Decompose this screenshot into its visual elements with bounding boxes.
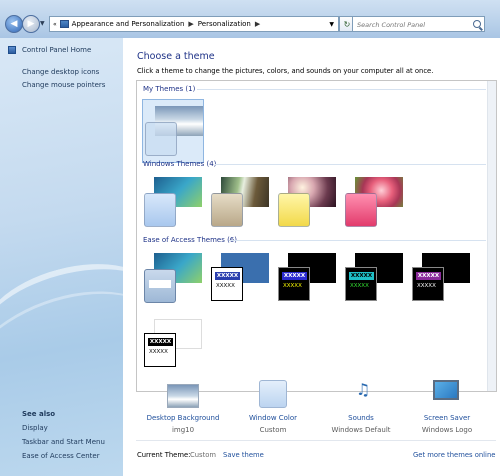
breadcrumb-personalization[interactable]: Personalization (198, 20, 251, 28)
forward-button[interactable]: ▶ (22, 15, 40, 33)
control-panel-home-link[interactable]: Control Panel Home (22, 46, 91, 54)
breadcrumb-appearance[interactable]: Appearance and Personalization (72, 20, 185, 28)
window-color-preview (345, 193, 377, 227)
contrast-preview: XXXXX XXXXX (345, 267, 377, 301)
screen-saver-value: Windows Logo (421, 426, 473, 434)
page-description: Click a theme to change the pictures, co… (137, 67, 434, 75)
contrast-title: XXXXX (215, 272, 240, 280)
contrast-text: XXXXX (350, 283, 369, 289)
change-desktop-icons-link[interactable]: Change desktop icons (22, 68, 99, 76)
screen-saver-label[interactable]: Screen Saver (407, 414, 487, 422)
theme-high-contrast-black[interactable]: XXXXX XXXXX (343, 247, 405, 311)
current-theme-value: Custom (190, 451, 217, 459)
refresh-icon: ↻ (343, 19, 351, 29)
sounds-label[interactable]: Sounds (319, 414, 403, 422)
chevron-left-double-icon[interactable]: « (53, 21, 57, 28)
window-color-label[interactable]: Window Color (233, 414, 313, 422)
search-input[interactable] (355, 18, 477, 32)
theme-light-auras[interactable] (276, 171, 338, 235)
theme-high-contrast-1[interactable]: XXXXX XXXXX (209, 247, 271, 311)
page-title: Choose a theme (137, 51, 215, 62)
sounds-value: Windows Default (331, 426, 391, 434)
desktop-background-label[interactable]: Desktop Background (143, 414, 223, 422)
save-theme-link[interactable]: Save theme (223, 451, 264, 459)
main-content: Choose a theme Click a theme to change t… (123, 38, 500, 476)
control-panel-icon (59, 20, 69, 28)
theme-list[interactable]: My Themes (1) Windows Themes (4) Ease of… (136, 80, 497, 392)
window-color-preview (211, 193, 243, 227)
basic-window-pane (149, 280, 171, 288)
ease-of-access-center-link[interactable]: Ease of Access Center (22, 452, 100, 460)
search-box[interactable] (352, 16, 485, 32)
arrow-right-icon: ▶ (27, 19, 35, 29)
theme-windows-7-basic[interactable] (142, 247, 204, 311)
sounds-icon: ♫ (355, 380, 371, 399)
contrast-text: XXXXX (149, 349, 168, 355)
recent-pages-dropdown[interactable]: ▼ (40, 20, 45, 27)
see-also-heading: See also (22, 410, 56, 418)
window-color-preview (278, 193, 310, 227)
theme-high-contrast-white-bg[interactable]: XXXXX XXXXX (142, 313, 204, 377)
window-color-preview (144, 193, 176, 227)
get-more-themes-link[interactable]: Get more themes online (413, 451, 495, 459)
theme-high-contrast-white[interactable]: XXXXX XXXXX (410, 247, 472, 311)
window-color-preview (145, 122, 177, 156)
contrast-preview: XXXXX XXXXX (144, 333, 176, 367)
group-header-my-themes: My Themes (1) (143, 85, 196, 93)
theme-custom-selected[interactable] (142, 99, 204, 163)
desktop-background-icon (167, 384, 199, 408)
contrast-text: XXXXX (417, 283, 436, 289)
scrollbar[interactable] (487, 81, 496, 391)
breadcrumb-separator[interactable]: ▶ (188, 20, 193, 28)
divider (136, 440, 496, 441)
sidebar (0, 38, 123, 476)
window-color-icon (259, 380, 287, 408)
change-mouse-pointers-link[interactable]: Change mouse pointers (22, 81, 105, 89)
theme-high-contrast-2[interactable]: XXXXX XXXXX (276, 247, 338, 311)
theme-windows-7[interactable] (142, 171, 204, 235)
divider (215, 164, 486, 165)
contrast-title: XXXXX (148, 338, 173, 346)
navigation-bar: ◀ ▶ ▼ « Appearance and Personalization ▶… (0, 0, 500, 38)
control-panel-home-icon (8, 46, 16, 54)
back-button[interactable]: ◀ (5, 15, 23, 33)
display-link[interactable]: Display (22, 424, 48, 432)
contrast-title: XXXXX (416, 272, 441, 280)
screen-saver-icon (433, 380, 459, 400)
current-theme-label: Current Theme: (137, 451, 191, 459)
taskbar-start-menu-link[interactable]: Taskbar and Start Menu (22, 438, 105, 446)
contrast-preview: XXXXX XXXXX (412, 267, 444, 301)
address-dropdown-icon[interactable]: ▼ (329, 21, 334, 28)
window-color-value: Custom (259, 426, 287, 434)
breadcrumb-separator[interactable]: ▶ (255, 20, 260, 28)
group-header-ease-themes: Ease of Access Themes (6) (143, 236, 237, 244)
window-color-preview (144, 269, 176, 303)
search-icon[interactable] (473, 20, 481, 28)
contrast-text: XXXXX (216, 283, 235, 289)
arrow-left-icon: ◀ (10, 19, 18, 29)
desktop-background-value: img10 (171, 426, 195, 434)
group-header-windows-themes: Windows Themes (4) (143, 160, 217, 168)
contrast-preview: XXXXX XXXXX (278, 267, 310, 301)
contrast-title: XXXXX (349, 272, 374, 280)
contrast-title: XXXXX (282, 272, 307, 280)
address-bar[interactable]: « Appearance and Personalization ▶ Perso… (49, 16, 339, 32)
chevron-down-icon: ▼ (40, 20, 45, 27)
divider (229, 240, 486, 241)
contrast-text: XXXXX (283, 283, 302, 289)
theme-landscapes[interactable] (209, 171, 271, 235)
divider (197, 89, 486, 90)
contrast-preview: XXXXX XXXXX (211, 267, 243, 301)
theme-nature[interactable] (343, 171, 405, 235)
